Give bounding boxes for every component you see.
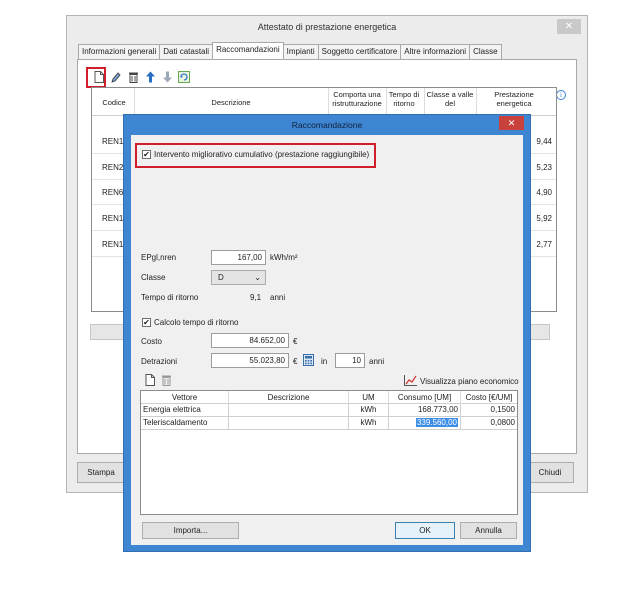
info-icon[interactable]: i <box>556 90 566 100</box>
col-costo[interactable]: Costo [€/UM] <box>461 391 517 404</box>
epgl-field[interactable]: 167,00 <box>211 250 266 265</box>
chart-icon[interactable] <box>404 375 417 386</box>
years-unit: anni <box>369 357 385 366</box>
importa-button[interactable]: Importa... <box>142 522 239 539</box>
row-um[interactable]: kWh <box>349 417 389 430</box>
costo-field[interactable]: 84.652,00 <box>211 333 289 348</box>
tab-informazioni-generali[interactable]: Informazioni generali <box>78 44 161 59</box>
main-close-button[interactable]: ✕ <box>557 19 581 34</box>
grid-col-classe[interactable]: Classe a valle del <box>426 90 474 108</box>
annulla-button[interactable]: Annulla <box>460 522 517 539</box>
move-down-icon[interactable] <box>161 70 173 83</box>
costo-label: Costo <box>141 337 162 346</box>
row-descrizione[interactable] <box>229 417 349 430</box>
tab-altre-informazioni[interactable]: Altre informazioni <box>400 44 471 59</box>
row-descrizione[interactable] <box>229 404 349 417</box>
row-um[interactable]: kWh <box>349 404 389 417</box>
row-vettore[interactable]: Energia elettrica <box>141 404 229 417</box>
chevron-down-icon: ⌄ <box>254 273 261 282</box>
row-costo[interactable]: 0,1500 <box>461 404 517 417</box>
grid-col-separator <box>134 88 135 116</box>
col-descrizione[interactable]: Descrizione <box>229 391 349 404</box>
tempo-label: Tempo di ritorno <box>141 293 199 302</box>
chiudi-button[interactable]: Chiudi <box>526 462 574 483</box>
dialog-close-button[interactable]: ✕ <box>499 116 524 130</box>
tempo-value: 9,1 <box>250 293 262 302</box>
stampa-button[interactable]: Stampa <box>77 462 125 483</box>
consumo-selected-text: 339.560,00 <box>415 418 458 427</box>
ok-button[interactable]: OK <box>395 522 455 539</box>
row-consumo[interactable]: 168.773,00 <box>389 404 461 417</box>
classe-selected-value: D <box>218 273 224 282</box>
delete-icon[interactable] <box>161 374 172 386</box>
row-value: 2,77 <box>536 240 552 249</box>
new-document-icon[interactable] <box>145 374 155 386</box>
row-value: 5,92 <box>536 214 552 223</box>
grid-col-prestazione[interactable]: Prestazione energetica <box>478 90 550 108</box>
epgl-label: EPgl,nren <box>141 253 177 262</box>
grid-col-descrizione[interactable]: Descrizione <box>136 98 326 107</box>
tab-raccomandazioni[interactable]: Raccomandazioni <box>212 42 284 59</box>
row-code: REN1 <box>102 214 124 223</box>
detrazioni-unit: € <box>293 357 298 366</box>
tab-soggetto-certificatore[interactable]: Soggetto certificatore <box>317 44 402 59</box>
grid-header: Codice Descrizione Comporta una ristrutt… <box>92 88 556 116</box>
piano-economico-link[interactable]: Visualizza piano economico <box>420 377 519 386</box>
tab-dati-catastali[interactable]: Dati catastali <box>159 44 214 59</box>
move-up-icon[interactable] <box>144 70 156 83</box>
row-code: REN1 <box>102 137 124 146</box>
row-consumo-selected[interactable]: 339.560,00 <box>389 417 461 430</box>
detrazioni-label: Detrazioni <box>141 357 178 366</box>
row-value: 5,23 <box>536 163 552 172</box>
row-value: 4,90 <box>536 188 552 197</box>
tab-impianti[interactable]: Impianti <box>282 44 319 59</box>
highlight-new-button <box>86 67 106 88</box>
grid-col-tempo[interactable]: Tempo di ritorno <box>386 90 422 108</box>
grid-col-separator <box>424 88 425 116</box>
tempo-unit: anni <box>270 293 286 302</box>
tab-strip: Informazioni generali Dati catastali Rac… <box>78 42 502 59</box>
row-code: REN6 <box>102 188 124 197</box>
col-um[interactable]: UM <box>349 391 389 404</box>
row-code: REN1 <box>102 240 124 249</box>
col-consumo[interactable]: Consumo [UM] <box>389 391 461 404</box>
years-field[interactable]: 10 <box>335 353 365 368</box>
recommendations-toolbar <box>93 70 190 83</box>
row-value: 9,44 <box>536 137 552 146</box>
calculator-icon[interactable] <box>303 354 314 366</box>
row-costo[interactable]: 0,0800 <box>461 417 517 430</box>
row-vettore[interactable]: Teleriscaldamento <box>141 417 229 430</box>
calcolo-checkbox[interactable]: ✔ <box>142 318 151 327</box>
grid-col-codice[interactable]: Codice <box>96 98 132 107</box>
refresh-icon[interactable] <box>178 70 190 83</box>
dialog-title: Raccomandazione <box>291 120 363 130</box>
in-label: in <box>321 357 328 366</box>
epgl-unit: kWh/m² <box>270 253 298 262</box>
calcolo-label: Calcolo tempo di ritorno <box>154 318 239 327</box>
vettori-table: Vettore Descrizione UM Consumo [UM] Cost… <box>140 390 518 515</box>
main-window-title: Attestato di prestazione energetica <box>67 16 587 38</box>
highlight-cumulative-checkbox <box>135 143 376 168</box>
grid-col-ristrutturazione[interactable]: Comporta una ristrutturazione <box>328 90 386 108</box>
classe-label: Classe <box>141 273 166 282</box>
edit-icon[interactable] <box>110 70 122 83</box>
delete-icon[interactable] <box>127 70 139 83</box>
classe-select[interactable]: D ⌄ <box>211 270 266 285</box>
row-code: REN2 <box>102 163 124 172</box>
grid-col-separator <box>476 88 477 116</box>
detrazioni-field[interactable]: 55.023,80 <box>211 353 289 368</box>
costo-unit: € <box>293 337 298 346</box>
col-vettore[interactable]: Vettore <box>141 391 229 404</box>
tab-classe[interactable]: Classe <box>469 44 502 59</box>
